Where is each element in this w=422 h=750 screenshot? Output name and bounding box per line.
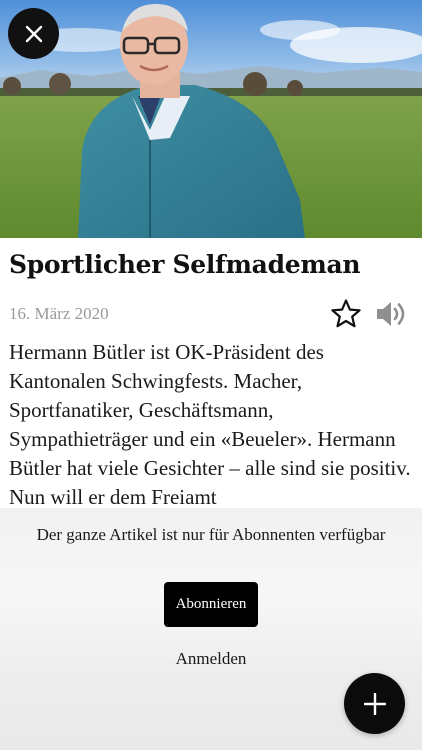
favorite-button[interactable] (330, 298, 362, 330)
article-hero-image (0, 0, 422, 238)
article-title: Sportlicher Selfmademan (9, 250, 361, 279)
plus-icon (363, 692, 386, 715)
star-outline-icon (331, 299, 361, 328)
add-fab-button[interactable] (344, 673, 405, 734)
article-body: Hermann Bütler ist OK-Präsident des Kant… (9, 340, 411, 509)
subscribe-button[interactable]: Abonnieren (164, 582, 258, 627)
speaker-icon (377, 302, 405, 326)
login-link[interactable]: Anmelden (150, 649, 272, 669)
close-icon (25, 25, 42, 42)
listen-button[interactable] (375, 298, 409, 330)
article-date: 16. März 2020 (9, 304, 109, 323)
paywall-message: Der ganze Artikel ist nur für Abonnenten… (36, 525, 386, 544)
close-button[interactable] (8, 8, 59, 59)
